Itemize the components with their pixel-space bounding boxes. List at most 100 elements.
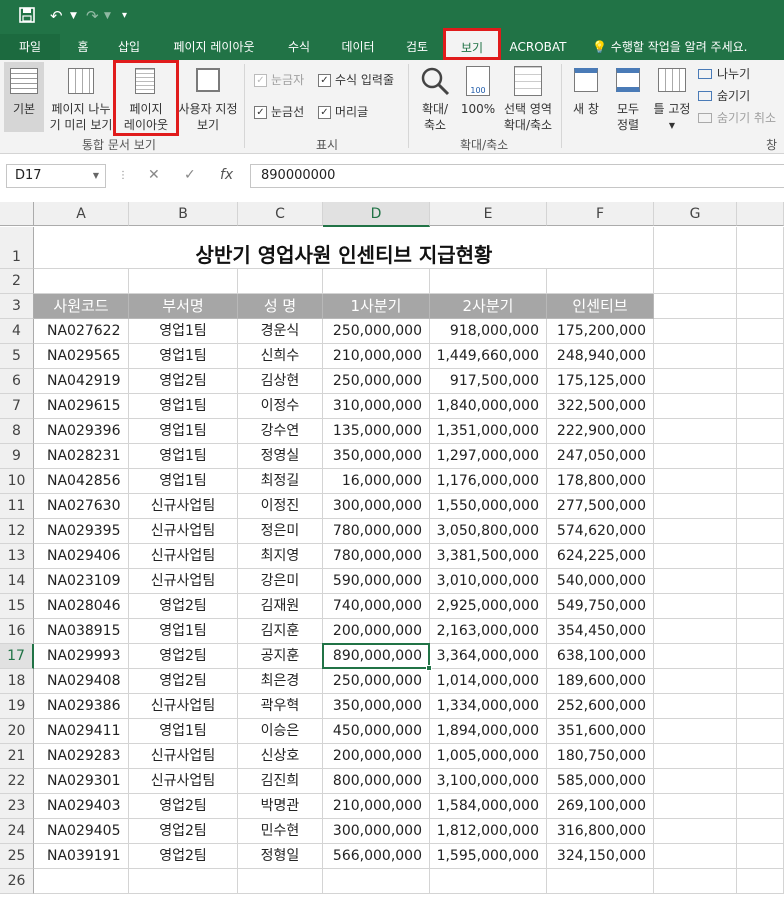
cell-q2[interactable]: 1,449,660,000	[430, 344, 547, 369]
empty-cell[interactable]	[430, 869, 547, 894]
row-header-16[interactable]: 16	[0, 619, 34, 644]
undo-icon[interactable]: ↶	[50, 6, 63, 26]
row-header-4[interactable]: 4	[0, 319, 34, 344]
cell-department[interactable]: 영업1팀	[129, 394, 238, 419]
cell-q1[interactable]: 350,000,000	[323, 444, 430, 469]
cell-q1[interactable]: 300,000,000	[323, 494, 430, 519]
empty-cell[interactable]	[737, 227, 784, 269]
cell-q2[interactable]: 918,000,000	[430, 319, 547, 344]
cell-q2[interactable]: 1,334,000,000	[430, 694, 547, 719]
empty-cell[interactable]	[737, 294, 784, 319]
cell-name[interactable]: 신희수	[238, 344, 323, 369]
row-header-9[interactable]: 9	[0, 444, 34, 469]
empty-cell[interactable]	[737, 369, 784, 394]
customize-icon[interactable]: ▾	[122, 6, 127, 26]
cell-incentive[interactable]: 189,600,000	[547, 669, 654, 694]
cell-employee-code[interactable]: NA042856	[34, 469, 129, 494]
cell-department[interactable]: 영업1팀	[129, 419, 238, 444]
empty-cell[interactable]	[654, 444, 737, 469]
empty-cell[interactable]	[737, 644, 784, 669]
row-header-24[interactable]: 24	[0, 819, 34, 844]
empty-cell[interactable]	[737, 744, 784, 769]
cell-department[interactable]: 영업1팀	[129, 444, 238, 469]
cell-employee-code[interactable]: NA027630	[34, 494, 129, 519]
tab-page-layout[interactable]: 페이지 레이아웃	[162, 34, 266, 60]
cell-employee-code[interactable]: NA029396	[34, 419, 129, 444]
cell-incentive[interactable]: 222,900,000	[547, 419, 654, 444]
cell-department[interactable]: 영업2팀	[129, 644, 238, 669]
row-header-1[interactable]: 1	[0, 227, 34, 269]
cell-name[interactable]: 이정진	[238, 494, 323, 519]
cell-q1[interactable]: 780,000,000	[323, 519, 430, 544]
tab-home[interactable]: 홈	[66, 34, 100, 60]
cell-q2[interactable]: 1,840,000,000	[430, 394, 547, 419]
tab-file[interactable]: 파일	[0, 34, 60, 60]
new-window-button[interactable]: 새 창	[566, 62, 606, 132]
cell-incentive[interactable]: 624,225,000	[547, 544, 654, 569]
empty-cell[interactable]	[737, 719, 784, 744]
empty-cell[interactable]	[654, 744, 737, 769]
table-header-cell[interactable]: 사원코드	[34, 294, 129, 319]
cell-department[interactable]: 영업2팀	[129, 669, 238, 694]
cell-q1[interactable]: 310,000,000	[323, 394, 430, 419]
empty-cell[interactable]	[654, 569, 737, 594]
row-header-2[interactable]: 2	[0, 269, 34, 294]
cell-name[interactable]: 김지훈	[238, 619, 323, 644]
page-break-preview-button[interactable]: 페이지 나누 기 미리 보기	[46, 62, 116, 132]
select-all-corner[interactable]	[0, 202, 34, 226]
row-header-25[interactable]: 25	[0, 844, 34, 869]
cell-incentive[interactable]: 322,500,000	[547, 394, 654, 419]
column-header-c[interactable]: C	[238, 202, 323, 226]
row-header-18[interactable]: 18	[0, 669, 34, 694]
table-header-cell[interactable]: 성 명	[238, 294, 323, 319]
cell-incentive[interactable]: 354,450,000	[547, 619, 654, 644]
cell-name[interactable]: 공지훈	[238, 644, 323, 669]
column-header-b[interactable]: B	[129, 202, 238, 226]
cell-incentive[interactable]: 247,050,000	[547, 444, 654, 469]
cell-q1[interactable]: 210,000,000	[323, 344, 430, 369]
empty-cell[interactable]	[547, 869, 654, 894]
cell-name[interactable]: 이정수	[238, 394, 323, 419]
cell-name[interactable]: 강은미	[238, 569, 323, 594]
cell-department[interactable]: 신규사업팀	[129, 544, 238, 569]
empty-cell[interactable]	[129, 269, 238, 294]
empty-cell[interactable]	[34, 869, 129, 894]
enter-icon[interactable]: ✓	[184, 167, 196, 183]
cell-incentive[interactable]: 351,600,000	[547, 719, 654, 744]
cell-incentive[interactable]: 248,940,000	[547, 344, 654, 369]
cell-q1[interactable]: 450,000,000	[323, 719, 430, 744]
empty-cell[interactable]	[654, 227, 737, 269]
cell-name[interactable]: 정은미	[238, 519, 323, 544]
cell-q1[interactable]: 740,000,000	[323, 594, 430, 619]
cell-incentive[interactable]: 252,600,000	[547, 694, 654, 719]
split-button[interactable]: 나누기	[698, 66, 784, 84]
cell-department[interactable]: 신규사업팀	[129, 694, 238, 719]
cell-name[interactable]: 민수현	[238, 819, 323, 844]
cell-incentive[interactable]: 180,750,000	[547, 744, 654, 769]
empty-cell[interactable]	[654, 544, 737, 569]
cell-q1[interactable]: 210,000,000	[323, 794, 430, 819]
zoom-button[interactable]: 확대/ 축소	[414, 62, 456, 132]
cell-department[interactable]: 영업1팀	[129, 469, 238, 494]
cell-q1[interactable]: 780,000,000	[323, 544, 430, 569]
cell-q2[interactable]: 1,550,000,000	[430, 494, 547, 519]
cell-incentive[interactable]: 574,620,000	[547, 519, 654, 544]
gridlines-checkbox[interactable]: ✓	[254, 106, 267, 119]
fill-handle[interactable]	[426, 665, 432, 671]
empty-cell[interactable]	[737, 444, 784, 469]
cell-incentive[interactable]: 540,000,000	[547, 569, 654, 594]
empty-cell[interactable]	[737, 844, 784, 869]
empty-cell[interactable]	[654, 369, 737, 394]
cell-employee-code[interactable]: NA029405	[34, 819, 129, 844]
cell-name[interactable]: 최지영	[238, 544, 323, 569]
empty-cell[interactable]	[654, 594, 737, 619]
cell-employee-code[interactable]: NA023109	[34, 569, 129, 594]
cell-name[interactable]: 최정길	[238, 469, 323, 494]
cell-department[interactable]: 영업2팀	[129, 369, 238, 394]
dropdown-icon[interactable]: ▼	[104, 6, 111, 26]
empty-cell[interactable]	[323, 269, 430, 294]
row-header-10[interactable]: 10	[0, 469, 34, 494]
column-header-d[interactable]: D	[323, 202, 430, 227]
cell-employee-code[interactable]: NA038915	[34, 619, 129, 644]
empty-cell[interactable]	[737, 394, 784, 419]
